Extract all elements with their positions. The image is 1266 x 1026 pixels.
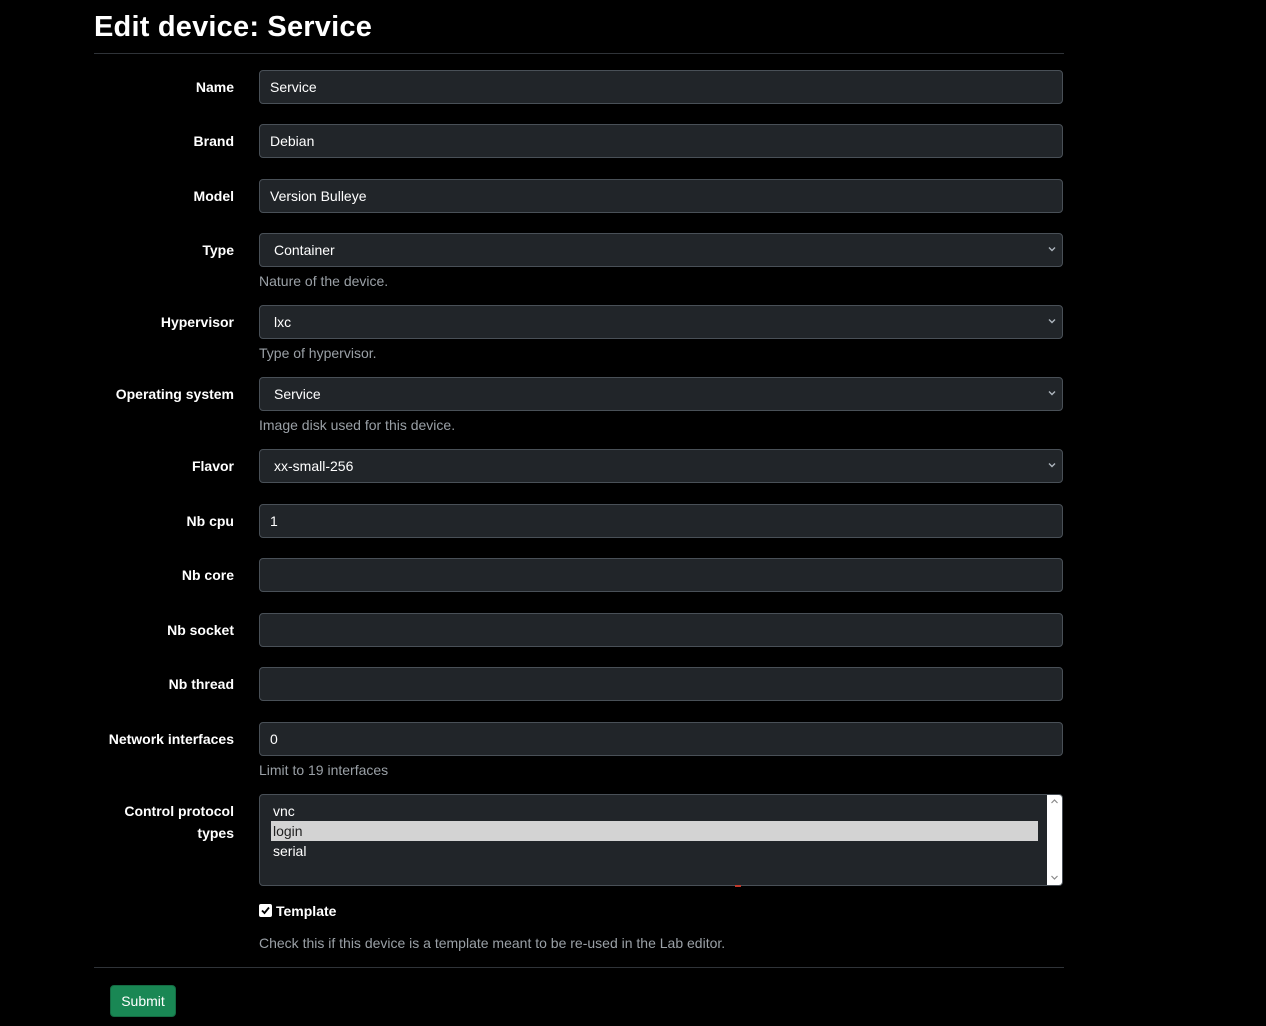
network-interfaces-label: Network interfaces (108, 731, 234, 747)
scroll-up-icon[interactable] (1050, 797, 1059, 806)
os-help: Image disk used for this device. (259, 417, 456, 433)
listbox-scrollbar[interactable] (1047, 795, 1062, 885)
listbox-option-vnc[interactable]: vnc (271, 801, 1038, 821)
control-protocol-listbox[interactable]: vnc login serial (259, 794, 1063, 886)
network-interfaces-input[interactable] (259, 722, 1063, 756)
template-checkbox[interactable] (259, 904, 272, 917)
network-interfaces-help: Limit to 19 interfaces (259, 762, 389, 778)
page-title: Edit device: Service (94, 11, 373, 43)
control-protocol-label-line1: Control protocol (124, 803, 234, 819)
model-input[interactable] (259, 179, 1063, 213)
name-input[interactable] (259, 70, 1063, 104)
listbox-option-login[interactable]: login (271, 821, 1038, 841)
type-help: Nature of the device. (259, 273, 389, 289)
os-select[interactable]: Service (259, 377, 1063, 411)
hypervisor-select[interactable]: lxc (259, 305, 1063, 339)
template-label[interactable]: Template (276, 902, 336, 920)
scroll-down-icon[interactable] (1050, 873, 1059, 882)
nb-socket-input[interactable] (259, 613, 1063, 647)
type-select-value: Container (274, 242, 335, 258)
os-select-value: Service (274, 386, 321, 402)
hypervisor-label: Hypervisor (160, 314, 234, 330)
submit-button[interactable]: Submit (110, 985, 176, 1017)
flavor-select-value: xx-small-256 (274, 458, 354, 474)
nb-cpu-input[interactable] (259, 504, 1063, 538)
flavor-label: Flavor (191, 458, 234, 474)
nb-cpu-label: Nb cpu (186, 513, 234, 529)
chevron-down-icon (1048, 319, 1056, 324)
listbox-option-serial[interactable]: serial (271, 841, 1038, 861)
divider (94, 967, 1064, 968)
chevron-down-icon (1048, 247, 1056, 252)
decorative-mark (735, 885, 741, 887)
brand-label: Brand (193, 133, 234, 149)
checkmark-icon (261, 906, 270, 915)
hypervisor-select-value: lxc (274, 314, 292, 330)
divider (94, 53, 1064, 54)
type-label: Type (202, 242, 234, 258)
nb-socket-label: Nb socket (167, 622, 234, 638)
nb-core-input[interactable] (259, 558, 1063, 592)
hypervisor-help: Type of hypervisor. (259, 345, 377, 361)
nb-core-label: Nb core (181, 567, 234, 583)
name-label: Name (195, 79, 234, 95)
nb-thread-input[interactable] (259, 667, 1063, 701)
control-protocol-label-line2: types (197, 825, 234, 841)
chevron-down-icon (1048, 463, 1056, 468)
type-select[interactable]: Container (259, 233, 1063, 267)
os-label: Operating system (115, 386, 234, 402)
flavor-select[interactable]: xx-small-256 (259, 449, 1063, 483)
nb-thread-label: Nb thread (168, 676, 234, 692)
control-protocol-label: Control protocol types (94, 801, 234, 843)
model-label: Model (193, 188, 234, 204)
chevron-down-icon (1048, 391, 1056, 396)
brand-input[interactable] (259, 124, 1063, 158)
template-help: Check this if this device is a template … (259, 935, 726, 951)
